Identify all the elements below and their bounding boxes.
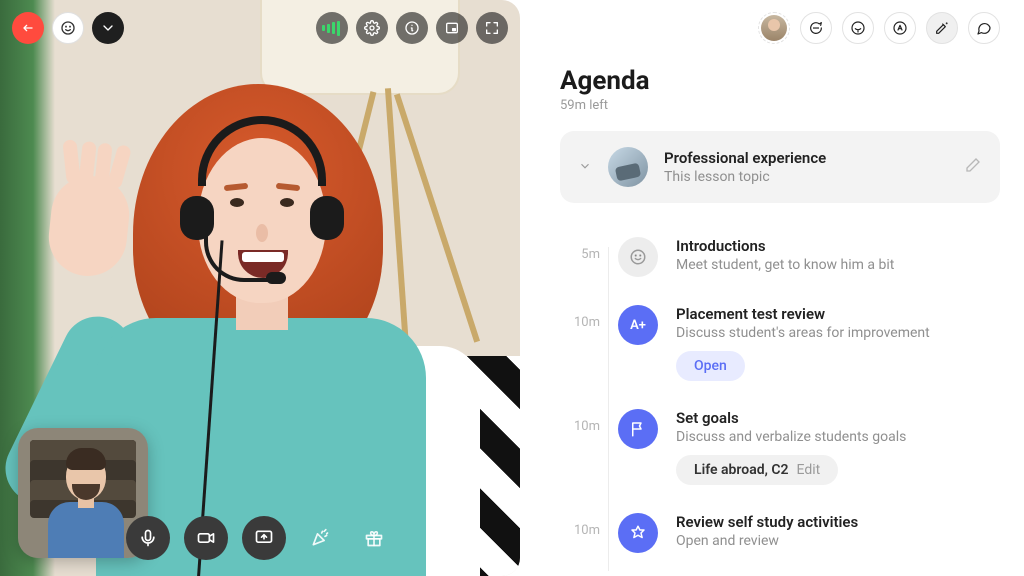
info-button[interactable]: [396, 12, 428, 44]
smile-icon: [618, 237, 658, 277]
reactions-button[interactable]: [52, 12, 84, 44]
settings-button[interactable]: [356, 12, 388, 44]
flag-icon: [618, 409, 658, 449]
panel-toolbar: [560, 10, 1000, 50]
confetti-button[interactable]: [300, 518, 340, 558]
agenda-time-left: 59m left: [560, 98, 1000, 113]
placement-badge-icon: A+: [618, 305, 658, 345]
share-screen-button[interactable]: [242, 516, 286, 560]
reactions-expand-button[interactable]: [92, 12, 124, 44]
agenda-item-title: Review self study activities: [676, 513, 1000, 531]
agenda-item-duration: 10m: [560, 305, 600, 381]
topic-title: Professional experience: [664, 149, 948, 167]
chat-button[interactable]: [800, 12, 832, 44]
pip-toggle-button[interactable]: [436, 12, 468, 44]
topic-thumbnail: [608, 147, 648, 187]
notes-button[interactable]: [926, 12, 958, 44]
camera-toggle-button[interactable]: [184, 516, 228, 560]
gift-button[interactable]: [354, 518, 394, 558]
fullscreen-button[interactable]: [476, 12, 508, 44]
agenda-item-duration: 5m: [560, 237, 600, 277]
agenda-heading: Agenda: [560, 66, 1000, 96]
agenda-item-title: Set goals: [676, 409, 1000, 427]
agenda-item-subtitle: Meet student, get to know him a bit: [676, 257, 1000, 273]
pronunciation-button[interactable]: [842, 12, 874, 44]
goal-tag-label: Life abroad, C2: [694, 462, 789, 478]
agenda-item[interactable]: 10m A+ Placement test review Discuss stu…: [560, 295, 1000, 399]
video-panel: [0, 0, 520, 576]
agenda-item[interactable]: 10m Set goals Discuss and verbalize stud…: [560, 399, 1000, 503]
microphone-toggle-button[interactable]: [126, 516, 170, 560]
chevron-down-icon: [578, 158, 592, 177]
agenda-item-duration: 10m: [560, 513, 600, 553]
agenda-item-subtitle: Discuss student's areas for improvement: [676, 325, 1000, 341]
comments-button[interactable]: [968, 12, 1000, 44]
dictionary-button[interactable]: [884, 12, 916, 44]
leave-call-button[interactable]: [12, 12, 44, 44]
agenda-item-subtitle: Open and review: [676, 533, 1000, 549]
edit-topic-button[interactable]: [964, 156, 982, 178]
agenda-item[interactable]: 5m Introductions Meet student, get to kn…: [560, 227, 1000, 295]
agenda-panel: Agenda 59m left Professional experience …: [520, 0, 1024, 576]
agenda-item-title: Introductions: [676, 237, 1000, 255]
agenda-item-duration: 10m: [560, 409, 600, 485]
open-button[interactable]: Open: [676, 351, 745, 381]
agenda-item-subtitle: Discuss and verbalize students goals: [676, 429, 1000, 445]
lesson-topic-card[interactable]: Professional experience This lesson topi…: [560, 131, 1000, 203]
goal-tag-chip[interactable]: Life abroad, C2 Edit: [676, 455, 838, 485]
activity-icon: [618, 513, 658, 553]
agenda-item-title: Placement test review: [676, 305, 1000, 323]
agenda-item[interactable]: 10m Review self study activities Open an…: [560, 503, 1000, 571]
connection-quality-indicator[interactable]: [316, 12, 348, 44]
goal-tag-edit[interactable]: Edit: [797, 462, 821, 478]
topic-subtitle: This lesson topic: [664, 169, 948, 185]
student-avatar-button[interactable]: [758, 12, 790, 44]
